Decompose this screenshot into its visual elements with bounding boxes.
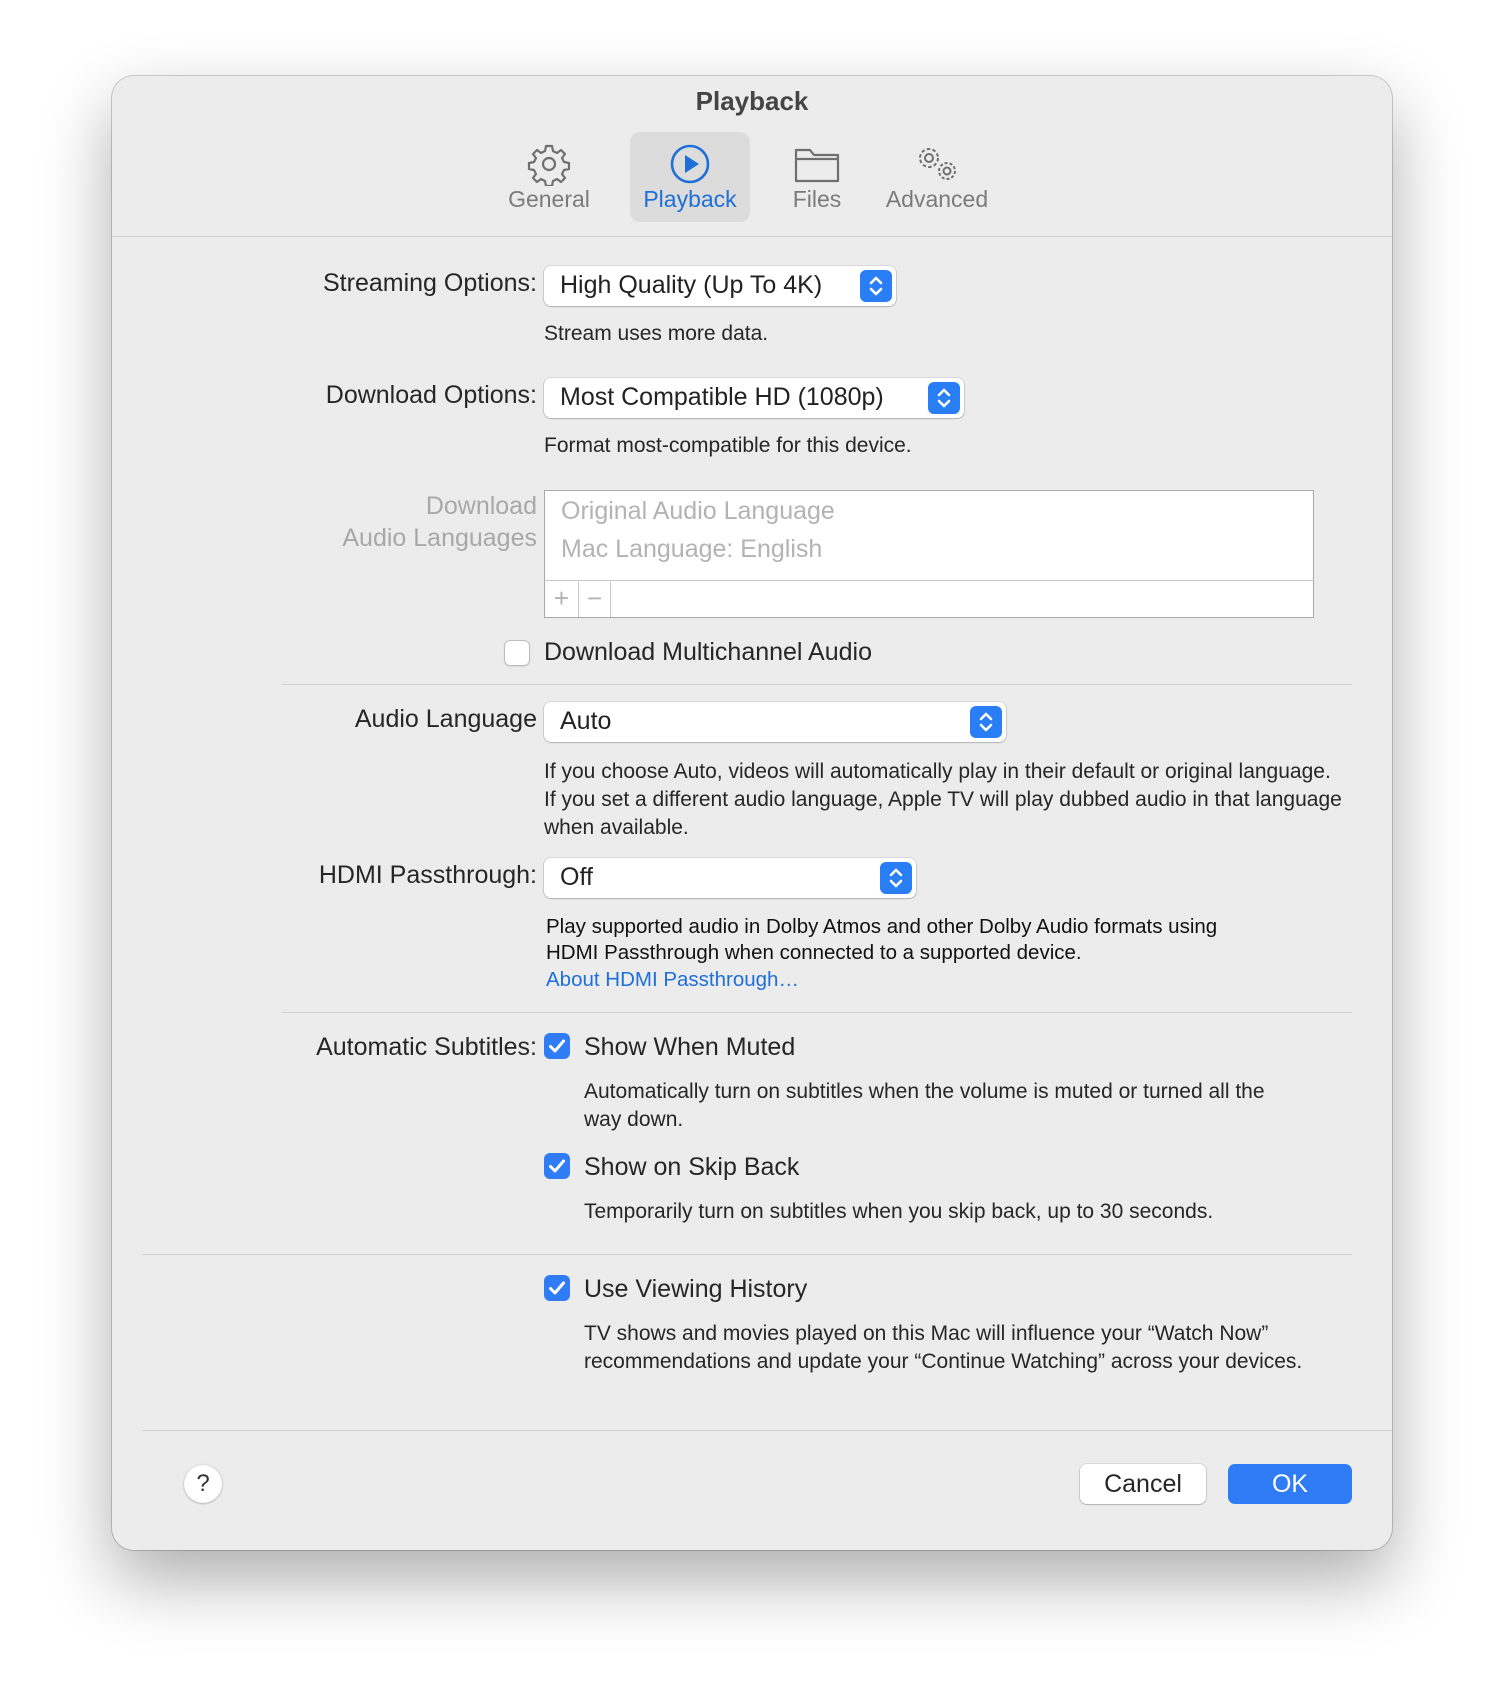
- automatic-subtitles-label: Automatic Subtitles:: [316, 1033, 537, 1061]
- download-options-value: Most Compatible HD (1080p): [560, 383, 884, 411]
- tab-advanced-label: Advanced: [885, 186, 989, 212]
- divider: [282, 1012, 1352, 1013]
- help-button[interactable]: ?: [184, 1465, 222, 1503]
- updown-chevron-icon: [880, 862, 912, 894]
- audio-language-popup[interactable]: Auto: [544, 702, 1006, 742]
- divider: [142, 1254, 1352, 1255]
- download-options-note: Format most-compatible for this device.: [544, 434, 912, 457]
- toolbar: Playback General Playback Files Advanced: [112, 76, 1392, 237]
- tab-general-label: General: [508, 186, 590, 212]
- show-on-skip-back-checkbox[interactable]: [544, 1153, 570, 1179]
- about-hdmi-link[interactable]: About HDMI Passthrough…: [546, 966, 799, 994]
- divider: [142, 1430, 1392, 1431]
- show-on-skip-back-label: Show on Skip Back: [584, 1153, 800, 1181]
- hdmi-passthrough-note: Play supported audio in Dolby Atmos and …: [546, 915, 1218, 964]
- tab-files[interactable]: Files: [772, 132, 862, 222]
- use-viewing-history-checkbox[interactable]: [544, 1275, 570, 1301]
- tab-general[interactable]: General: [496, 132, 602, 222]
- checkmark-icon: [549, 1159, 565, 1173]
- updown-chevron-icon: [928, 382, 960, 414]
- list-item[interactable]: Original Audio Language: [561, 497, 835, 526]
- add-button[interactable]: +: [545, 581, 579, 617]
- audio-language-label: Audio Language: [354, 705, 537, 733]
- download-options-popup[interactable]: Most Compatible HD (1080p): [544, 378, 964, 418]
- streaming-options-value: High Quality (Up To 4K): [560, 271, 823, 299]
- show-when-muted-note: Automatically turn on subtitles when the…: [584, 1080, 1265, 1131]
- updown-chevron-icon: [970, 706, 1002, 738]
- tab-files-label: Files: [792, 186, 842, 212]
- audio-languages-list[interactable]: Original Audio Language Mac Language: En…: [544, 490, 1314, 582]
- play-circle-icon: [630, 142, 750, 186]
- folder-icon: [772, 142, 862, 186]
- use-viewing-history-label: Use Viewing History: [584, 1275, 808, 1303]
- download-options-label: Download Options:: [325, 381, 537, 409]
- download-audio-label-line2: Audio Languages: [342, 524, 537, 552]
- hdmi-passthrough-value: Off: [560, 863, 593, 891]
- tab-playback[interactable]: Playback: [630, 132, 750, 222]
- audio-language-note: If you choose Auto, videos will automati…: [544, 760, 1342, 839]
- multichannel-label: Download Multichannel Audio: [544, 638, 872, 666]
- checkmark-icon: [549, 1039, 565, 1053]
- list-controls-bar: + −: [544, 580, 1314, 618]
- audio-language-value: Auto: [560, 707, 612, 735]
- streaming-options-note: Stream uses more data.: [544, 322, 769, 345]
- tab-playback-label: Playback: [643, 186, 737, 212]
- list-item[interactable]: Mac Language: English: [561, 535, 822, 564]
- download-audio-label-line1: Download: [425, 492, 537, 520]
- window-title: Playback: [695, 86, 809, 116]
- divider: [282, 684, 1352, 685]
- show-when-muted-checkbox[interactable]: [544, 1033, 570, 1059]
- download-audio-languages-label: Download Audio Languages: [212, 490, 537, 554]
- hdmi-passthrough-label: HDMI Passthrough:: [318, 861, 537, 889]
- checkmark-icon: [549, 1281, 565, 1295]
- hdmi-passthrough-popup[interactable]: Off: [544, 858, 916, 898]
- gears-icon: [872, 142, 1002, 186]
- show-on-skip-back-note: Temporarily turn on subtitles when you s…: [584, 1200, 1214, 1223]
- use-viewing-history-note: TV shows and movies played on this Mac w…: [584, 1322, 1303, 1373]
- streaming-options-label: Streaming Options:: [323, 269, 537, 297]
- ok-button[interactable]: OK: [1228, 1464, 1352, 1504]
- show-when-muted-label: Show When Muted: [584, 1033, 796, 1061]
- updown-chevron-icon: [860, 270, 892, 302]
- cancel-button[interactable]: Cancel: [1080, 1464, 1206, 1504]
- multichannel-checkbox[interactable]: [504, 640, 530, 666]
- tab-advanced[interactable]: Advanced: [872, 132, 1002, 222]
- gear-icon: [496, 142, 602, 186]
- streaming-options-popup[interactable]: High Quality (Up To 4K): [544, 266, 896, 306]
- preferences-window: Playback General Playback Files Advanced…: [112, 76, 1392, 1550]
- remove-button[interactable]: −: [579, 581, 611, 617]
